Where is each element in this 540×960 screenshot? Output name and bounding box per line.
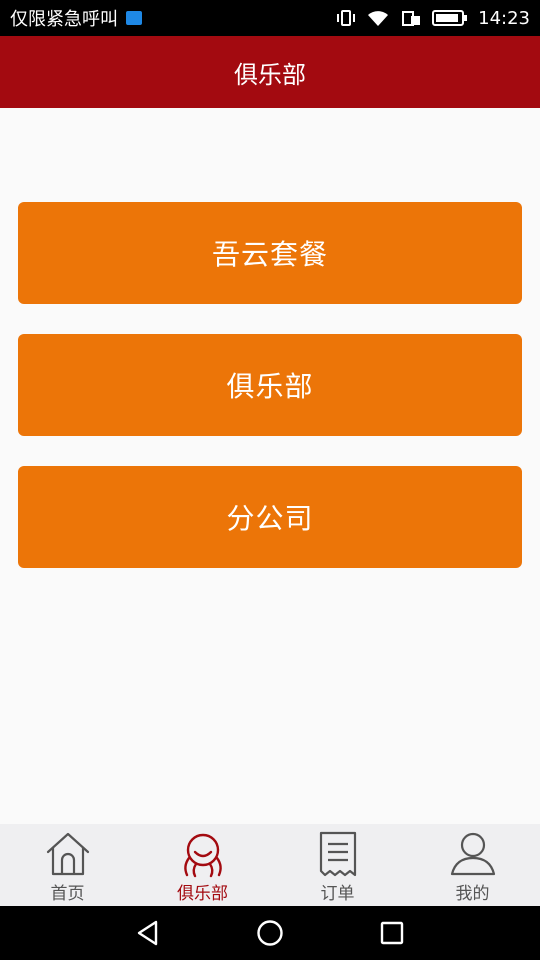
clock: 14:23	[478, 7, 530, 29]
tab-profile-label: 我的	[455, 884, 490, 904]
page-title: 俱乐部	[234, 60, 306, 89]
data-icon	[402, 11, 421, 26]
package-button[interactable]: 吾云套餐	[18, 202, 522, 304]
main-content: 吾云套餐 俱乐部 分公司	[0, 108, 540, 824]
order-icon	[319, 831, 356, 877]
home-icon	[46, 832, 89, 876]
package-button-label: 吾云套餐	[211, 238, 328, 271]
home-button[interactable]	[250, 913, 290, 953]
status-right: 14:23	[336, 8, 530, 29]
status-bar: 仅限紧急呼叫 14:23	[0, 0, 540, 36]
back-icon	[137, 920, 158, 946]
tab-club[interactable]: 俱乐部	[135, 824, 270, 906]
wifi-icon	[368, 11, 389, 26]
tab-home[interactable]: 首页	[0, 824, 135, 906]
sim-notification-icon	[126, 11, 142, 25]
recents-icon	[380, 921, 404, 945]
status-left: 仅限紧急呼叫	[10, 5, 142, 31]
recents-button[interactable]	[372, 913, 412, 953]
back-button[interactable]	[128, 913, 168, 953]
system-nav-bar	[0, 906, 540, 960]
tab-home-label: 首页	[50, 884, 85, 904]
profile-icon	[450, 832, 495, 876]
vibrate-icon	[337, 10, 356, 26]
app-bar: 俱乐部	[0, 36, 540, 108]
club-button[interactable]: 俱乐部	[18, 334, 522, 436]
tab-profile[interactable]: 我的	[405, 824, 540, 906]
tab-club-label: 俱乐部	[177, 884, 228, 904]
branch-button-label: 分公司	[226, 502, 314, 535]
club-button-label: 俱乐部	[226, 370, 314, 403]
club-icon	[183, 833, 222, 878]
battery-icon	[432, 10, 468, 26]
tab-orders[interactable]: 订单	[270, 824, 405, 906]
branch-button[interactable]: 分公司	[18, 466, 522, 568]
carrier-text: 仅限紧急呼叫	[10, 9, 118, 30]
bottom-tab-bar: 首页 俱乐部 订单 我的	[0, 824, 540, 906]
tab-orders-label: 订单	[320, 884, 355, 904]
home-circle-icon	[257, 920, 283, 946]
